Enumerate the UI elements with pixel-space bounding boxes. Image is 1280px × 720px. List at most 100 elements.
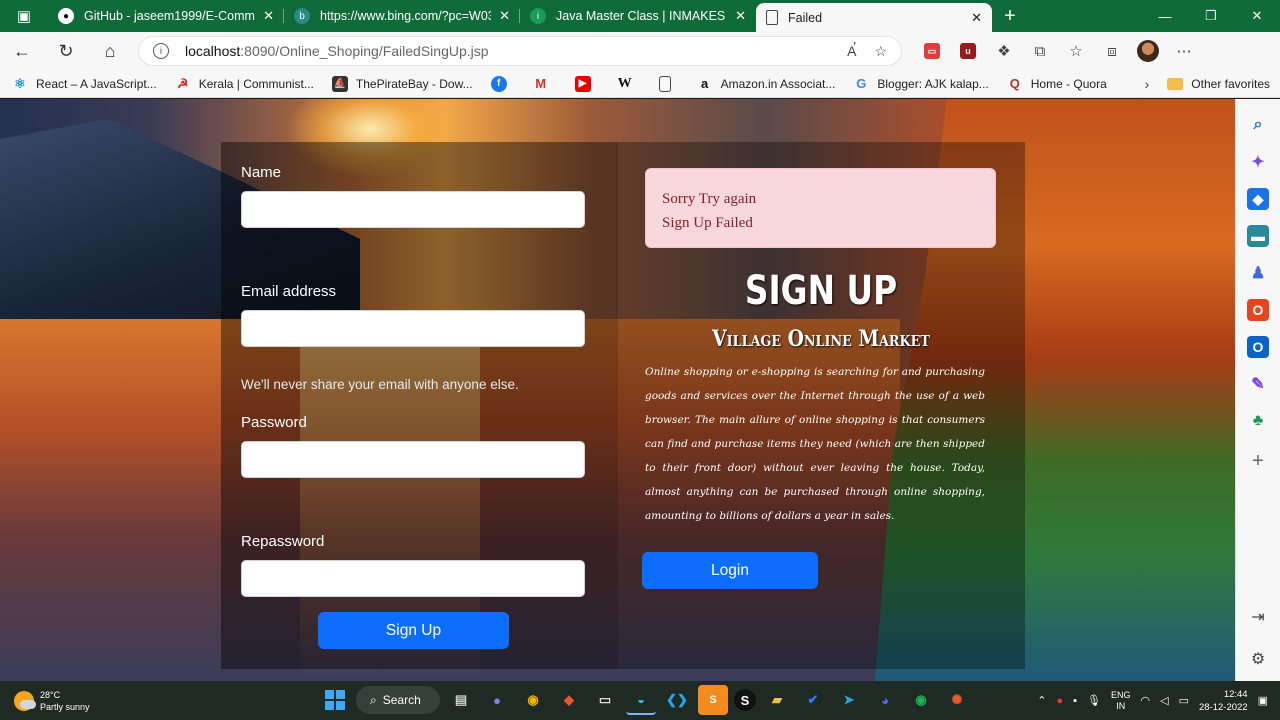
workspaces-icon[interactable]: ▣ xyxy=(0,0,48,32)
favorite-wikipedia[interactable]: W xyxy=(617,76,641,92)
sidebar-toggle-icon[interactable]: ⇥ xyxy=(1251,607,1264,627)
more-menu-icon[interactable]: ⋯ xyxy=(1166,36,1202,66)
info-section: Sorry Try again Sign Up Failed SIGN UP V… xyxy=(618,142,1025,669)
minimize-icon[interactable]: — xyxy=(1142,0,1188,32)
close-icon[interactable]: ✕ xyxy=(499,8,510,24)
weather-widget[interactable]: 28°C Partly sunny xyxy=(14,689,124,713)
tab-strip: ▣ ● GitHub - jaseem1999/E-Commer ✕ b htt… xyxy=(0,0,1280,32)
favorite-amazon[interactable]: a Amazon.in Associat... xyxy=(697,76,835,92)
favorite-page[interactable] xyxy=(658,75,679,92)
favorite-facebook[interactable]: f xyxy=(490,75,515,92)
back-arrow-icon[interactable]: ← xyxy=(0,33,44,69)
collections-icon[interactable]: ⧈ xyxy=(1094,36,1130,66)
profile-avatar[interactable] xyxy=(1130,36,1166,66)
battery-icon[interactable]: ▭ xyxy=(1179,694,1189,707)
ublock-icon[interactable]: u xyxy=(950,36,986,66)
tab-github[interactable]: ● GitHub - jaseem1999/E-Commer ✕ xyxy=(48,0,284,32)
designer-icon[interactable]: ✎ xyxy=(1247,373,1269,395)
tools-icon[interactable]: ▬ xyxy=(1247,225,1269,247)
volume-icon[interactable]: ◁ xyxy=(1160,694,1168,707)
password-input[interactable] xyxy=(241,441,585,478)
telegram-icon[interactable]: ➤ xyxy=(834,685,864,715)
alert-line-1: Sorry Try again xyxy=(662,191,757,207)
office-icon[interactable]: O xyxy=(1247,299,1269,321)
page-icon xyxy=(766,10,778,25)
favorite-blogger[interactable]: G Blogger: AJK kalap... xyxy=(853,76,988,92)
tray-app-icon[interactable]: ▪ xyxy=(1073,695,1077,707)
add-favorite-icon[interactable]: ☆ xyxy=(874,43,887,60)
restore-icon[interactable]: ❐ xyxy=(1188,0,1234,32)
extension-icon[interactable]: ▭ xyxy=(914,36,950,66)
settings-icon[interactable]: ⚙ xyxy=(1251,649,1265,669)
file-manager-icon[interactable]: ▤ xyxy=(446,685,476,715)
home-icon[interactable]: ⌂ xyxy=(88,33,132,69)
input-language[interactable]: ENG IN xyxy=(1111,690,1131,712)
search-icon[interactable]: ⌕ xyxy=(1247,114,1269,136)
refresh-icon[interactable]: ↻ xyxy=(44,33,88,69)
outlook-icon[interactable]: O xyxy=(1247,336,1269,358)
wikipedia-icon: W xyxy=(617,75,632,91)
favorite-gmail[interactable]: M xyxy=(533,76,557,92)
close-icon[interactable]: ✕ xyxy=(971,10,982,26)
game-app-icon[interactable]: ✺ xyxy=(942,685,972,715)
windows-start-icon[interactable] xyxy=(320,685,350,715)
notification-icon[interactable]: ▣ xyxy=(1258,694,1268,707)
terminal-icon[interactable]: ▭ xyxy=(590,685,620,715)
info-icon[interactable]: i xyxy=(153,43,169,59)
youtube-icon: ▶ xyxy=(574,75,591,92)
close-icon[interactable]: ✕ xyxy=(735,8,746,24)
taskbar-search[interactable]: ⌕ Search xyxy=(356,686,440,714)
copilot-icon[interactable]: ✦ xyxy=(1247,151,1269,173)
sign-up-button[interactable]: Sign Up xyxy=(318,612,509,649)
new-tab-icon[interactable]: + xyxy=(992,0,1028,32)
page-icon xyxy=(658,75,671,92)
email-input[interactable] xyxy=(241,310,585,347)
favorite-piratebay[interactable]: ⛵ ThePirateBay - Dow... xyxy=(331,75,473,92)
window-controls: — ❐ ✕ xyxy=(1142,0,1280,32)
tab-failed[interactable]: Failed ✕ xyxy=(756,3,992,32)
favorite-react[interactable]: ⚛ React – A JavaScript... xyxy=(12,76,157,92)
edge-sidebar: ⌕ ✦ ◆ ▬ ♟ O O ✎ ♣ + ⇥ ⚙ xyxy=(1235,99,1280,681)
name-input[interactable] xyxy=(241,191,585,228)
microphone-icon[interactable]: 🎙︎ xyxy=(1087,694,1101,707)
clock[interactable]: 12:44 28-12-2022 xyxy=(1199,688,1248,714)
folder-icon[interactable]: ▰ xyxy=(762,685,792,715)
add-icon[interactable]: + xyxy=(1252,450,1264,473)
tab-bing[interactable]: b https://www.bing.com/?pc=W03 ✕ xyxy=(284,0,520,32)
close-window-icon[interactable]: ✕ xyxy=(1234,0,1280,32)
folder-icon xyxy=(1167,77,1184,90)
discord-icon[interactable]: ◕ xyxy=(870,685,900,715)
favorites-bar: ⚛ React – A JavaScript... ☭ Kerala | Com… xyxy=(0,70,1280,98)
vscode-icon[interactable]: ❮❯ xyxy=(662,685,692,715)
favorites-icon[interactable]: ☆ xyxy=(1058,36,1094,66)
favorite-quora[interactable]: Q Home - Quora xyxy=(1007,76,1107,92)
teams-chat-icon[interactable]: ● xyxy=(482,685,512,715)
partly-sunny-icon xyxy=(14,690,36,711)
tab-title: https://www.bing.com/?pc=W03 xyxy=(320,9,492,23)
login-button[interactable]: Login xyxy=(642,552,818,589)
close-icon[interactable]: ✕ xyxy=(263,8,274,24)
tree-icon[interactable]: ♣ xyxy=(1247,410,1269,432)
sublime-icon[interactable]: S xyxy=(698,685,728,715)
dropbox-icon[interactable]: ❖ xyxy=(986,36,1022,66)
favorite-youtube[interactable]: ▶ xyxy=(574,75,599,92)
chrome-icon[interactable]: ◉ xyxy=(518,685,548,715)
repassword-input[interactable] xyxy=(241,560,585,597)
favorite-kerala[interactable]: ☭ Kerala | Communist... xyxy=(175,76,314,92)
read-aloud-icon[interactable]: A̕ xyxy=(847,43,856,60)
extensions-icon[interactable]: ⧉ xyxy=(1022,36,1058,66)
todo-icon[interactable]: ✔ xyxy=(798,685,828,715)
s-app-icon[interactable]: S xyxy=(734,689,756,711)
other-favorites[interactable]: Other favorites xyxy=(1167,77,1270,91)
tab-java-master-class[interactable]: i Java Master Class | INMAKES LEA ✕ xyxy=(520,0,756,32)
edge-icon[interactable]: ◒ xyxy=(626,685,656,715)
tray-app-icon[interactable]: ● xyxy=(1056,695,1063,707)
wifi-icon[interactable]: ◠ xyxy=(1141,694,1151,707)
chevron-up-icon[interactable]: ⌃ xyxy=(1037,694,1046,707)
address-bar[interactable]: i localhost:8090/Online_Shoping/FailedSi… xyxy=(138,36,902,66)
git-icon[interactable]: ◆ xyxy=(554,685,584,715)
games-icon[interactable]: ♟ xyxy=(1247,262,1269,284)
shopping-tag-icon[interactable]: ◆ xyxy=(1247,188,1269,210)
chevron-right-icon[interactable]: › xyxy=(1145,76,1150,92)
spotify-icon[interactable]: ◉ xyxy=(906,685,936,715)
